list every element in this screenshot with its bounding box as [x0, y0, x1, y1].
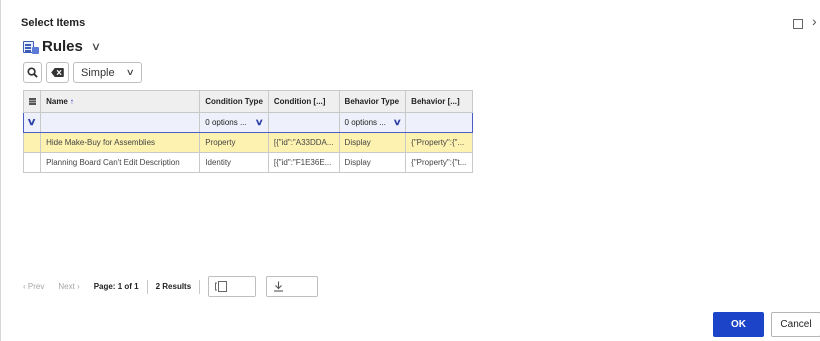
sort-ascending-icon: ↑ — [69, 97, 74, 106]
ok-button[interactable]: OK — [713, 312, 764, 337]
cell-behavior-type: Display — [338, 152, 407, 173]
chevron-down-icon[interactable]: ∨ — [91, 40, 101, 53]
column-header-behavior[interactable]: Behavior [...] — [405, 90, 473, 113]
export-button[interactable] — [266, 276, 319, 297]
search-icon — [27, 67, 38, 78]
cell-condition: [{"id":"A33DDA... — [267, 132, 340, 153]
filter-behavior-type[interactable]: 0 options ... ∨ — [338, 112, 407, 133]
page-indicator: Page: 1 of 1 — [93, 282, 139, 291]
column-header-condition[interactable]: Condition [...] — [267, 90, 340, 113]
download-icon — [274, 281, 284, 292]
search-mode-value: Simple — [81, 66, 115, 79]
chevron-down-icon: ∨ — [392, 117, 402, 127]
row-selector[interactable] — [22, 152, 42, 173]
cell-name: Planning Board Can't Edit Description — [40, 152, 201, 173]
column-header-behavior-type[interactable]: Behavior Type — [338, 90, 407, 113]
cell-name: Hide Make-Buy for Assemblies — [40, 132, 201, 153]
prev-page-link[interactable]: ‹ Prev — [23, 282, 44, 291]
chevron-down-icon: ∨ — [254, 117, 265, 127]
filter-value: 0 options ... — [344, 118, 386, 127]
divider — [146, 279, 148, 294]
select-all-icon — [28, 98, 36, 104]
column-settings-button[interactable] — [208, 276, 257, 297]
grid-header-row: Name ↑ Condition Type Condition [...] Beh… — [22, 90, 473, 113]
close-icon[interactable]: › — [812, 13, 817, 29]
table-row[interactable]: Planning Board Can't Edit Description Id… — [22, 152, 473, 173]
rules-grid: Name ↑ Condition Type Condition [...] Beh… — [22, 90, 473, 173]
cell-behavior: {"Property":{"t... — [405, 152, 473, 173]
column-label: Name — [46, 97, 68, 106]
cell-behavior-type: Display — [338, 132, 407, 153]
cell-condition-type: Identity — [199, 152, 269, 173]
cell-condition-type: Property — [199, 132, 269, 153]
chevron-down-icon: ∨ — [126, 67, 136, 77]
filter-condition-type[interactable]: 0 options ... ∨ — [199, 112, 269, 133]
maximize-icon[interactable] — [793, 19, 803, 29]
filter-row: ∨ 0 options ... ∨ 0 options ... ∨ — [22, 112, 473, 133]
rules-view-icon — [23, 40, 39, 54]
dialog-title: Select Items — [21, 17, 86, 29]
select-all-column[interactable] — [22, 90, 42, 113]
filter-name-input[interactable] — [40, 112, 201, 133]
divider — [199, 279, 201, 294]
cell-behavior: {"Property":{"... — [405, 132, 473, 153]
grid-toolbar: Simple ∨ — [23, 62, 142, 83]
filter-behavior-input[interactable] — [405, 112, 473, 133]
cancel-button[interactable]: Cancel — [771, 312, 820, 337]
table-row[interactable]: Hide Make-Buy for Assemblies Property [{… — [22, 132, 473, 153]
row-selector[interactable] — [22, 132, 42, 153]
pagination-bar: ‹ Prev Next › Page: 1 of 1 2 Results — [23, 276, 328, 297]
view-selector[interactable]: Rules ∨ — [23, 38, 101, 55]
filter-condition-input[interactable] — [267, 112, 340, 133]
column-resize-icon — [215, 281, 228, 292]
search-mode-select[interactable]: Simple ∨ — [73, 62, 142, 83]
search-button[interactable] — [23, 62, 42, 83]
clear-filter-button[interactable] — [46, 62, 69, 83]
chevron-down-icon: ∨ — [26, 117, 38, 128]
column-header-condition-type[interactable]: Condition Type — [199, 90, 269, 113]
filter-value: 0 options ... — [205, 118, 247, 127]
select-items-dialog: Select Items › Rules ∨ Simple ∨ Name ↑ C… — [0, 0, 820, 341]
view-title: Rules — [42, 38, 83, 55]
column-header-name[interactable]: Name ↑ — [40, 90, 201, 113]
next-page-link[interactable]: Next › — [58, 282, 79, 291]
cell-condition: [{"id":"F1E36E... — [267, 152, 340, 173]
clear-filter-icon — [51, 68, 64, 77]
filter-toggle[interactable]: ∨ — [22, 112, 42, 133]
results-count: 2 Results — [155, 282, 192, 291]
